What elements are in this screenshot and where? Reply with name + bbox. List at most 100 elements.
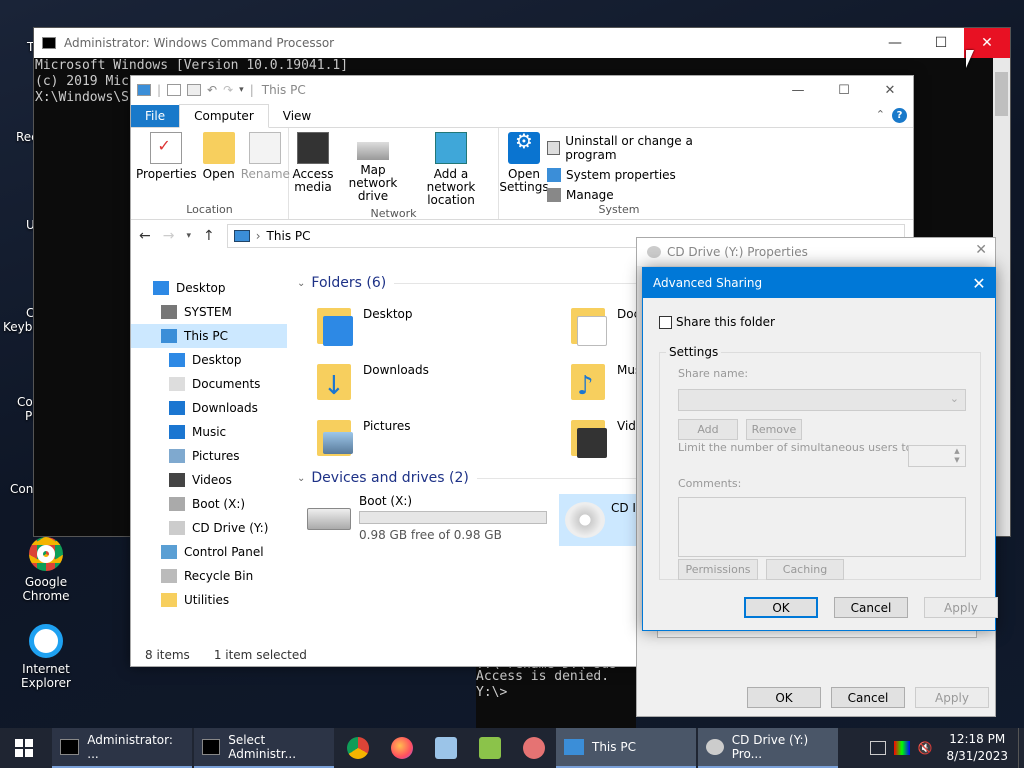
access-media-button[interactable]: Access media xyxy=(291,132,335,207)
remove-button[interactable]: Remove xyxy=(746,419,802,440)
tab-view[interactable]: View xyxy=(269,105,325,127)
network-icon[interactable] xyxy=(869,741,886,755)
clock[interactable]: 12:18 PM 8/31/2023 xyxy=(936,731,1018,765)
advanced-sharing-dialog[interactable]: Advanced Sharing ✕ Share this folder Set… xyxy=(642,267,998,631)
share-name-label: Share name: xyxy=(678,367,749,380)
rename-button[interactable]: Rename xyxy=(238,132,293,203)
nav-item[interactable]: Recycle Bin xyxy=(131,564,287,588)
nav-item[interactable]: CD Drive (Y:) xyxy=(131,516,287,540)
taskbar-pin-notepad[interactable] xyxy=(468,728,512,768)
folder-tile-desktop[interactable]: Desktop xyxy=(315,302,413,346)
start-button[interactable] xyxy=(0,728,48,768)
back-icon[interactable]: ← xyxy=(139,228,151,244)
taskbar-pin-firefox[interactable] xyxy=(380,728,424,768)
close-icon[interactable]: ✕ xyxy=(963,268,995,298)
dialog-title-bar[interactable]: Advanced Sharing xyxy=(643,268,995,298)
tab-file[interactable]: File xyxy=(131,105,180,127)
system-properties-button[interactable]: System properties xyxy=(547,168,737,182)
close-icon[interactable]: ✕ xyxy=(975,242,987,258)
user-limit-spinner[interactable]: ▲ ▼ xyxy=(908,445,966,467)
close-button[interactable]: ✕ xyxy=(867,76,913,104)
nav-item[interactable]: Control Panel xyxy=(131,540,287,564)
recent-locations-icon[interactable]: ▾ xyxy=(186,231,191,241)
share-name-dropdown[interactable]: ⌄ xyxy=(678,389,966,411)
open-button[interactable]: Open xyxy=(200,132,238,203)
spin-down-icon[interactable]: ▼ xyxy=(951,456,963,466)
forward-icon[interactable]: → xyxy=(163,228,175,244)
uninstall-program-button[interactable]: Uninstall or change a program xyxy=(547,134,737,162)
map-network-drive-button[interactable]: Map network drive xyxy=(335,132,411,207)
taskbar-item-cmd-admin[interactable]: Administrator: ... xyxy=(52,728,192,768)
cmd-title-bar[interactable]: Administrator: Windows Command Processor xyxy=(34,28,1010,58)
folder-tile-downloads[interactable]: ↓ Downloads xyxy=(315,358,429,402)
taskbar-item-explorer[interactable]: This PC xyxy=(556,728,696,768)
properties-button[interactable]: ✓ Properties xyxy=(133,132,200,203)
nav-item[interactable]: Downloads xyxy=(131,396,287,420)
nav-item[interactable]: Desktop xyxy=(131,276,287,300)
maximize-button[interactable]: ☐ xyxy=(821,76,867,104)
minimize-button[interactable]: — xyxy=(872,28,918,58)
nav-item[interactable]: Boot (X:) xyxy=(131,492,287,516)
apply-button[interactable]: Apply xyxy=(924,597,998,618)
redo-icon[interactable]: ↷ xyxy=(223,83,233,97)
clock-date: 8/31/2023 xyxy=(946,749,1008,763)
collapse-ribbon-icon[interactable]: ⌃ xyxy=(876,108,885,121)
downloads-folder-icon: ↓ xyxy=(315,358,355,402)
ok-button[interactable]: OK xyxy=(744,597,818,618)
chevron-down-icon: ⌄ xyxy=(949,392,959,405)
minimize-button[interactable]: — xyxy=(775,76,821,104)
nav-item[interactable]: Desktop xyxy=(131,348,287,372)
taskbar-pin-chrome[interactable] xyxy=(336,728,380,768)
share-this-folder-checkbox[interactable]: Share this folder xyxy=(659,315,775,329)
permissions-button[interactable]: Permissions xyxy=(678,559,758,580)
nav-item[interactable]: Music xyxy=(131,420,287,444)
folder-tile-documents[interactable]: Doc xyxy=(569,302,640,346)
nav-item[interactable]: Videos xyxy=(131,468,287,492)
drive-name: CD I xyxy=(611,501,636,515)
help-icon[interactable]: ? xyxy=(892,108,907,123)
volume-muted-icon[interactable]: 🔇 xyxy=(918,741,933,755)
desktop-shortcut-chrome[interactable]: Google Chrome xyxy=(1,537,91,603)
cancel-button[interactable]: Cancel xyxy=(834,597,908,618)
folder-label: Desktop xyxy=(363,307,413,321)
scrollbar-thumb[interactable] xyxy=(995,72,1008,116)
nav-item-label: CD Drive (Y:) xyxy=(192,521,269,535)
taskbar-item-cd-properties[interactable]: CD Drive (Y:) Pro... xyxy=(698,728,838,768)
drive-tile-cd[interactable]: CD I xyxy=(559,494,639,546)
taskbar: Administrator: ... Select Administr... T… xyxy=(0,728,1024,768)
apply-button[interactable]: Apply xyxy=(915,687,989,708)
add-button[interactable]: Add xyxy=(678,419,738,440)
properties-quick-icon[interactable] xyxy=(167,84,182,96)
nav-item[interactable]: Documents xyxy=(131,372,287,396)
taskbar-item-cmd-select[interactable]: Select Administr... xyxy=(194,728,334,768)
caching-button[interactable]: Caching xyxy=(766,559,844,580)
maximize-button[interactable]: ☐ xyxy=(918,28,964,58)
taskbar-pin-tool[interactable] xyxy=(512,728,556,768)
comments-textarea[interactable] xyxy=(678,497,966,557)
checkbox-box[interactable] xyxy=(659,315,672,329)
open-settings-button[interactable]: ⚙ Open Settings xyxy=(499,131,548,203)
tab-computer[interactable]: Computer xyxy=(179,104,269,128)
up-icon[interactable]: ↑ xyxy=(203,228,215,244)
firefox-icon xyxy=(391,737,413,759)
undo-icon[interactable]: ↶ xyxy=(207,83,217,97)
taskbar-pin-app[interactable] xyxy=(424,728,468,768)
ok-button[interactable]: OK xyxy=(747,687,821,708)
manage-button[interactable]: Manage xyxy=(547,188,737,202)
desktop-shortcut-ie[interactable]: Internet Explorer xyxy=(1,624,91,690)
cancel-button[interactable]: Cancel xyxy=(831,687,905,708)
show-desktop-button[interactable] xyxy=(1018,728,1024,768)
dialog-title-bar[interactable]: CD Drive (Y:) Properties xyxy=(637,238,995,266)
nav-item[interactable]: Utilities xyxy=(131,588,287,612)
folder-tile-music[interactable]: ♪ Mus xyxy=(569,358,641,402)
drive-tile-boot[interactable]: Boot (X:) 0.98 GB free of 0.98 GB xyxy=(307,494,547,542)
nav-item[interactable]: Pictures xyxy=(131,444,287,468)
add-network-location-button[interactable]: Add a network location xyxy=(411,132,491,207)
display-icon[interactable] xyxy=(893,741,910,755)
nav-item[interactable]: This PC xyxy=(131,324,287,348)
customize-quick-access-icon[interactable]: ▾ xyxy=(239,85,244,95)
folder-tile-videos[interactable]: Vide xyxy=(569,414,643,458)
new-folder-quick-icon[interactable] xyxy=(187,84,202,96)
nav-item[interactable]: SYSTEM xyxy=(131,300,287,324)
folder-tile-pictures[interactable]: Pictures xyxy=(315,414,411,458)
